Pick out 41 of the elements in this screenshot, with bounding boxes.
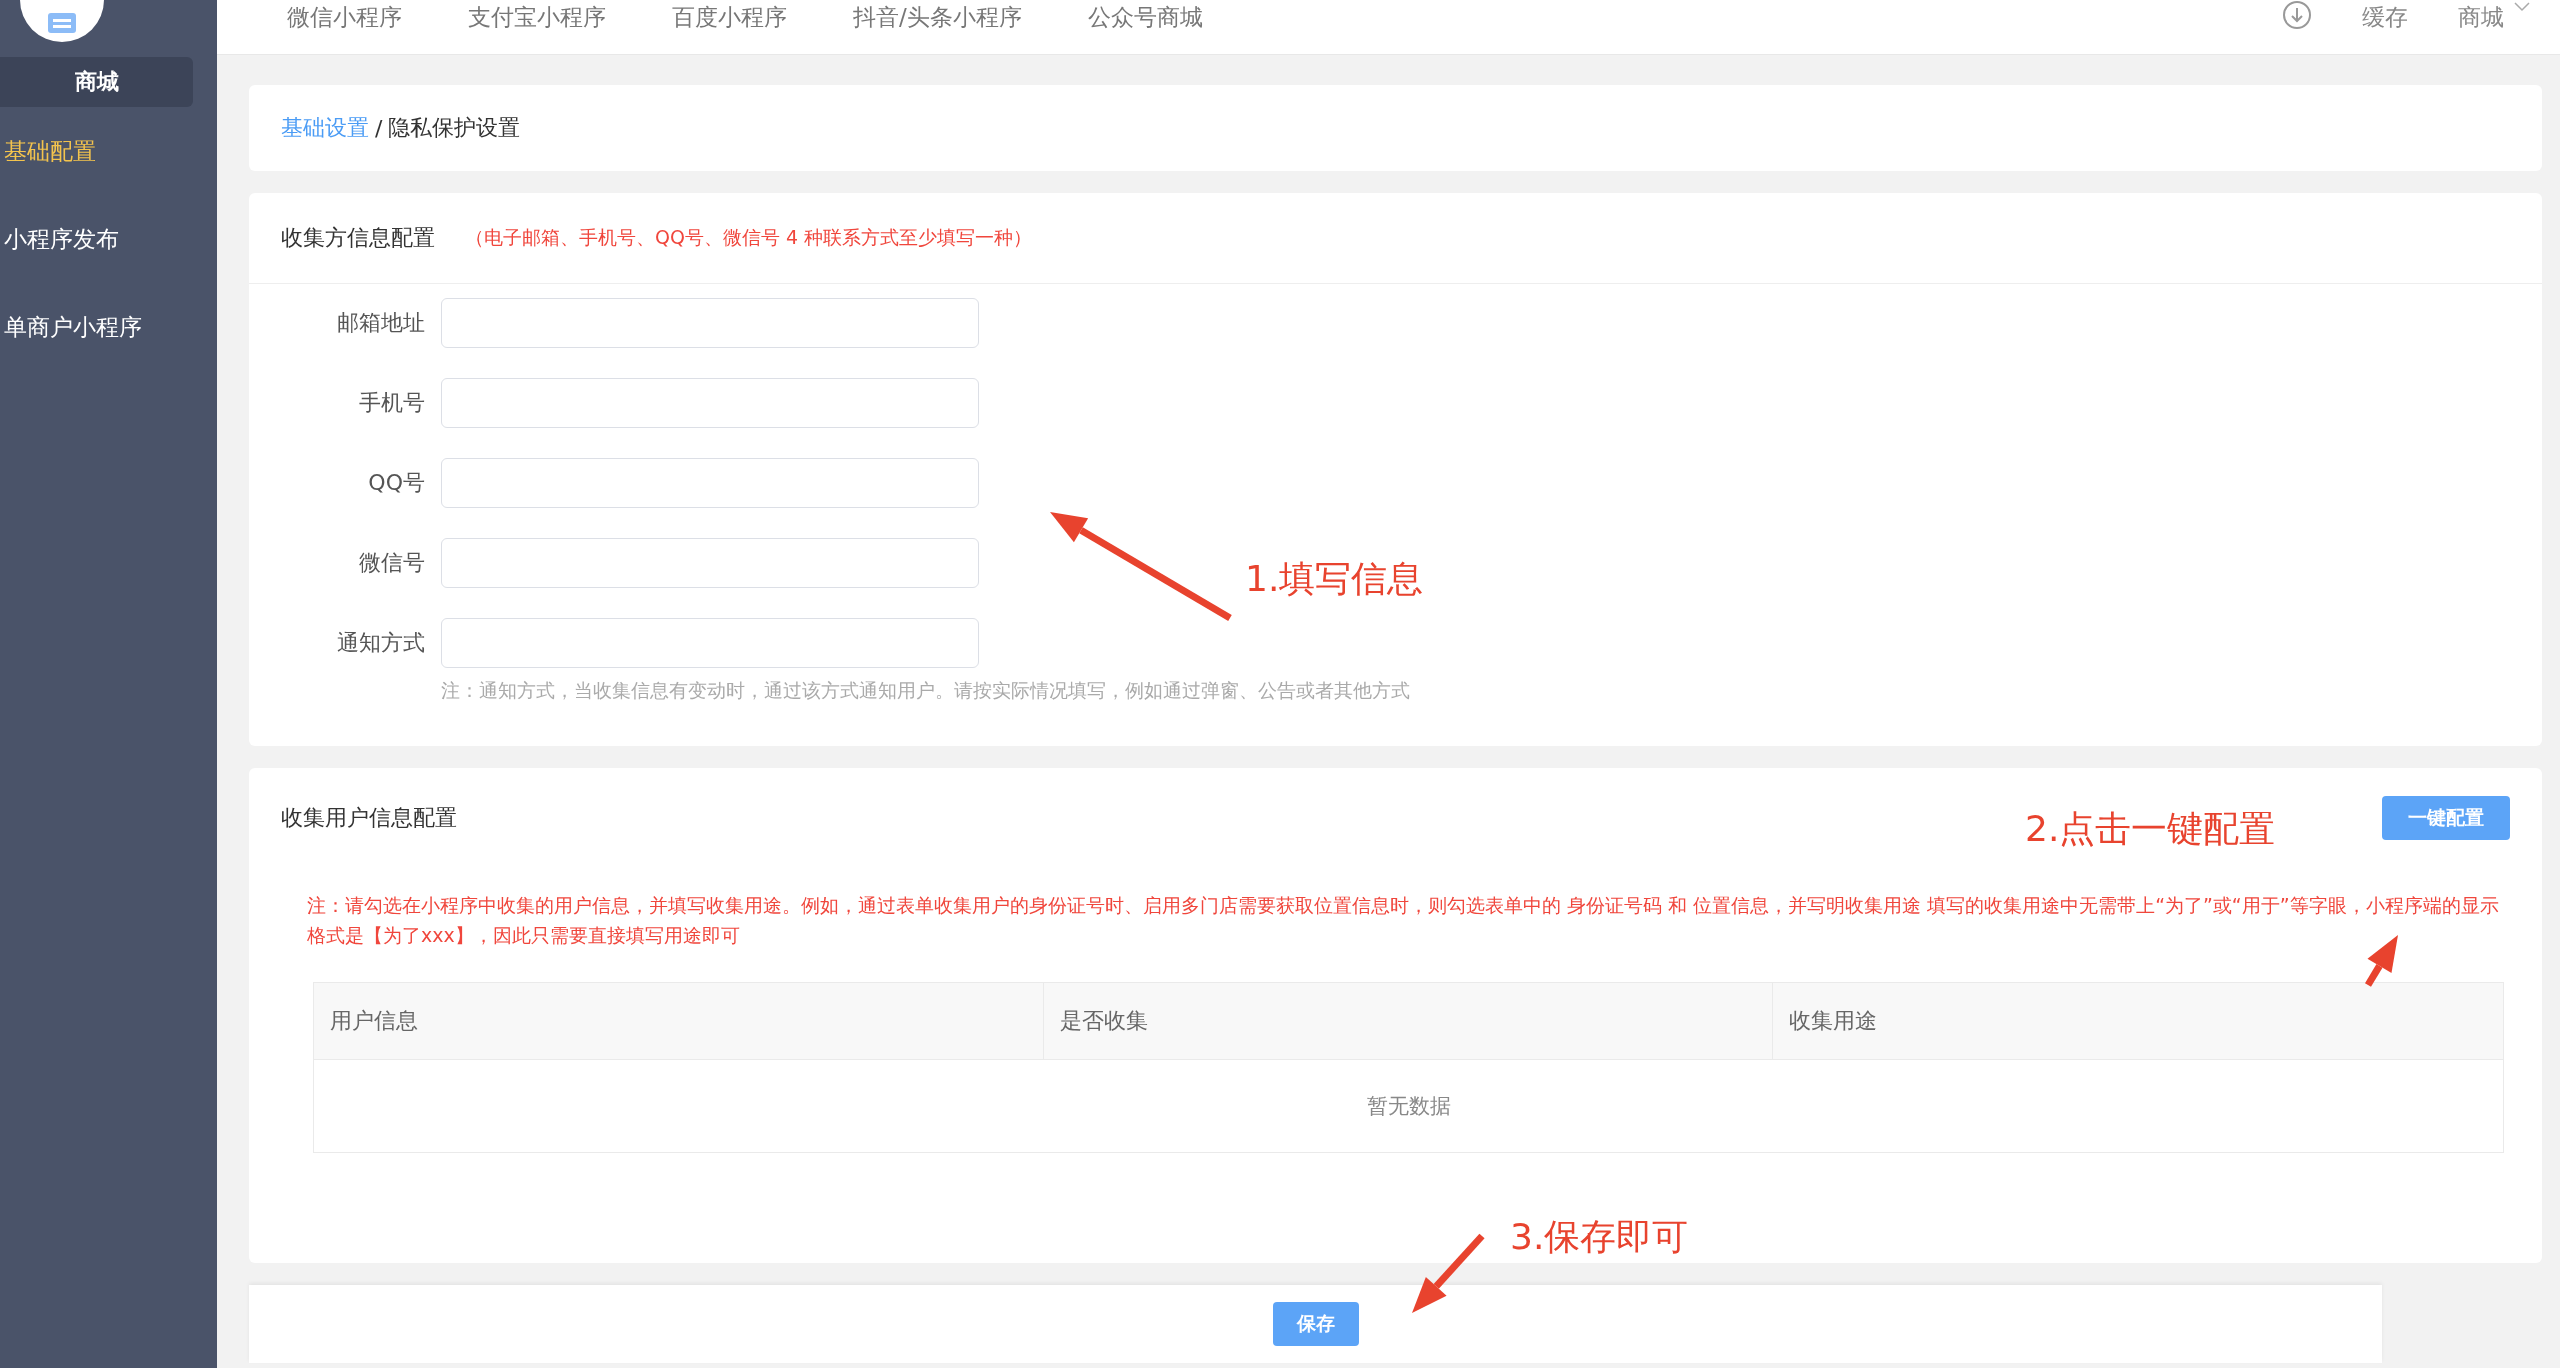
annotation-text: 3.保存即可 <box>1510 1215 1689 1259</box>
breadcrumb-separator: / <box>375 115 383 141</box>
nav-tab[interactable]: 微信小程序 <box>287 2 402 33</box>
input-field[interactable] <box>441 298 979 348</box>
chevron-down-icon[interactable] <box>2514 2 2530 12</box>
download-icon[interactable] <box>2282 0 2312 30</box>
save-button[interactable]: 保存 <box>1272 1302 1359 1346</box>
one-click-config-button[interactable]: 一键配置 <box>2382 796 2510 840</box>
sidebar-item[interactable]: 基础配置 <box>0 107 217 195</box>
arrow <box>2365 935 2398 987</box>
nav-tab[interactable]: 公众号商城 <box>1087 2 1203 33</box>
sidebar-item[interactable]: 单商户小程序 <box>0 283 217 371</box>
nav-tab[interactable]: 百度小程序 <box>672 2 787 33</box>
account-menu[interactable]: 商城 <box>2458 2 2504 33</box>
section-title: 收集方信息配置 <box>281 224 435 252</box>
input-field[interactable] <box>441 618 979 668</box>
breadcrumb-link[interactable]: 基础设置 <box>281 113 369 143</box>
shop-label[interactable]: 商城 <box>0 57 193 107</box>
breadcrumb-current: 隐私保护设置 <box>388 114 521 142</box>
empty-text: 暂无数据 <box>314 1059 2503 1152</box>
input-field[interactable] <box>441 378 979 428</box>
hint-text: 注：通知方式，当收集信息有变动时，通过该方式通知用户。请按实际情况填写，例如通过弹窗、公告或者其他方式 <box>441 678 1411 703</box>
sidebar-item[interactable]: 小程序发布 <box>0 195 217 283</box>
field-label: 邮箱地址 <box>336 309 426 337</box>
field-label: 通知方式 <box>336 629 426 657</box>
notice-text: （电子邮箱、手机号、QQ号、微信号 4 种联系方式至少填写一种） <box>465 225 1033 250</box>
field-label: 手机号 <box>358 389 426 417</box>
input-field[interactable] <box>441 458 979 508</box>
nav-tab[interactable]: 抖音/头条小程序 <box>853 2 1022 33</box>
section-title: 收集用户信息配置 <box>281 804 457 832</box>
column-header: 是否收集 <box>1043 983 1774 1059</box>
annotation-text: 1.填写信息 <box>1245 557 1424 601</box>
column-header: 用户信息 <box>314 983 1044 1059</box>
input-field[interactable] <box>441 538 979 588</box>
field-label: 微信号 <box>358 549 426 577</box>
annotation-text: 2.点击一键配置 <box>2025 807 2276 851</box>
field-label: QQ号 <box>367 469 426 497</box>
cache-link[interactable]: 缓存 <box>2362 2 2408 33</box>
column-header: 收集用途 <box>1788 1007 1879 1035</box>
nav-tab[interactable]: 支付宝小程序 <box>468 2 606 33</box>
note-text: 注：请勾选在小程序中收集的用户信息，并填写收集用途。例如，通过表单收集用户的身份证号时、启用多门店需要获取位置信息时，则勾选表单中的 身份证号码 和 位置信息，并写明收集用途 填写的收集用途中无需带上“为了”或“用于”等字眼，小程序端的显示格式是【为了xxx】，因此只需要直接填写用途即可 <box>307 893 2500 948</box>
